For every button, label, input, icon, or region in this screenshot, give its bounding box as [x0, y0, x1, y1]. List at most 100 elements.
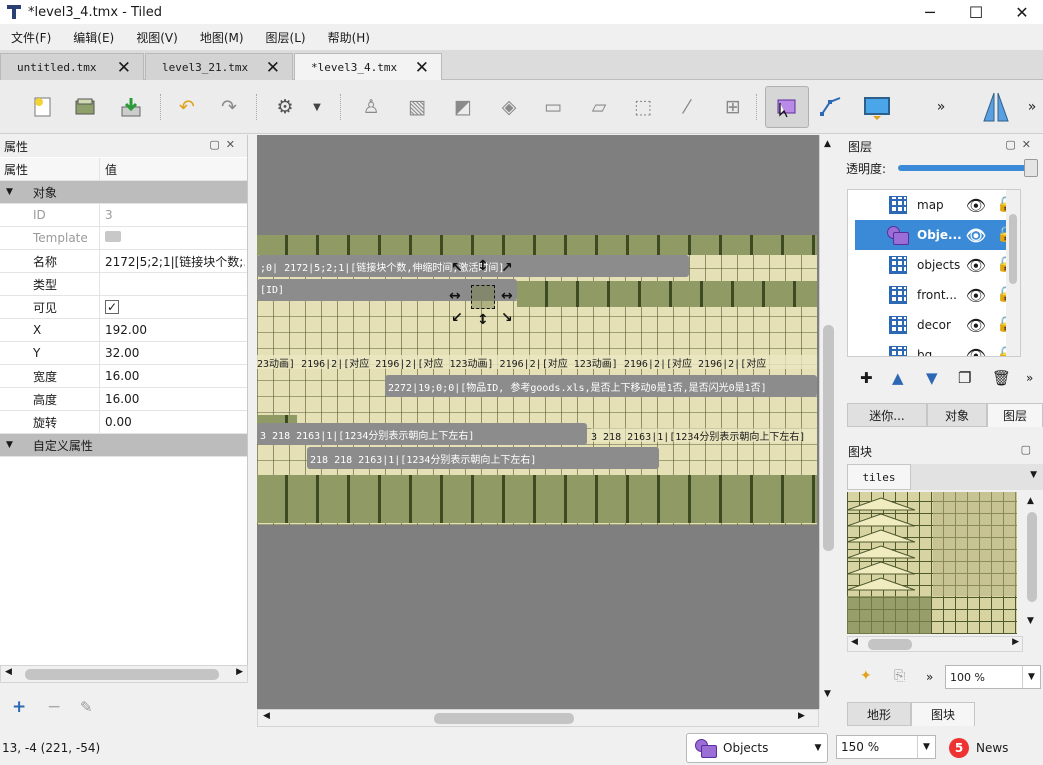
- prop-row-type[interactable]: 类型: [0, 273, 247, 296]
- new-file-icon[interactable]: [28, 92, 58, 122]
- layers-overflow-icon[interactable]: »: [1026, 371, 1033, 385]
- opacity-slider[interactable]: [898, 165, 1030, 171]
- group-object[interactable]: ▼ 对象: [0, 181, 247, 204]
- prop-row-name[interactable]: 名称 2172|5;2;1|[链接块个数;...: [0, 250, 247, 273]
- layer-item-objects[interactable]: objects👁🔓: [855, 250, 1020, 280]
- insert-rectangle-icon[interactable]: [862, 92, 892, 122]
- tab-minimap[interactable]: 迷你...: [847, 403, 927, 427]
- menu-edit[interactable]: 编辑(E): [62, 29, 125, 46]
- close-tab-icon[interactable]: ✕: [266, 58, 280, 78]
- visibility-eye-icon[interactable]: 👁: [966, 346, 986, 357]
- tileset-dropdown-icon[interactable]: ▼: [1030, 470, 1037, 480]
- scroll-down-icon[interactable]: ▼: [824, 689, 831, 699]
- rename-property-icon[interactable]: ✎: [80, 698, 93, 716]
- scroll-right-icon[interactable]: ▶: [1012, 637, 1019, 647]
- scroll-up-icon[interactable]: ▲: [1027, 496, 1034, 506]
- select-same-tile-icon[interactable]: ⊞: [718, 92, 748, 122]
- new-layer-icon[interactable]: ✚: [860, 369, 873, 387]
- resize-handle-nw-icon[interactable]: ↖: [451, 261, 463, 275]
- chevron-down-icon[interactable]: ▼: [809, 734, 827, 762]
- scroll-thumb[interactable]: [434, 713, 574, 724]
- tileset-view[interactable]: [847, 492, 1017, 634]
- layer-list-scrollbar[interactable]: [1006, 190, 1020, 356]
- selected-object[interactable]: [471, 285, 495, 309]
- collapse-arrow-icon[interactable]: ▼: [6, 187, 13, 197]
- resize-handle-sw-icon[interactable]: ↙: [451, 311, 463, 325]
- menu-view[interactable]: 视图(V): [125, 29, 189, 46]
- prop-row-rotation[interactable]: 旋转 0.00: [0, 411, 247, 434]
- magic-wand-icon[interactable]: ⁄: [672, 92, 702, 122]
- canvas-vscrollbar[interactable]: ▲ ▼: [819, 135, 837, 709]
- object-label-row[interactable]: 23动画] 2196|2|[对应 2196|2|[对应 123动画] 2196|…: [257, 355, 817, 369]
- tile-map[interactable]: ;0| 2172|5;2;1|[链接块个数,伸缩时间,激活时间] [ID] 23…: [257, 235, 817, 525]
- delete-layer-icon[interactable]: 🗑: [992, 369, 1011, 387]
- tab-level3-21[interactable]: level3_21.tmx ✕: [145, 53, 293, 80]
- resize-handle-s-icon[interactable]: ↕: [477, 313, 489, 327]
- y-value-field[interactable]: 32.00: [100, 346, 139, 360]
- layer-item-front[interactable]: front...👁🔓: [855, 280, 1020, 310]
- close-tab-icon[interactable]: ✕: [117, 58, 131, 78]
- menu-layer[interactable]: 图层(L): [255, 29, 317, 46]
- shape-fill-icon[interactable]: ▭: [538, 92, 568, 122]
- tab-objects[interactable]: 对象: [927, 403, 987, 427]
- tileset-zoom-combo[interactable]: 100 % ▼: [945, 665, 1041, 689]
- group-custom-properties[interactable]: ▼ 自定义属性: [0, 434, 247, 457]
- commands-gear-icon[interactable]: ⚙: [270, 92, 300, 122]
- panel-close-icon[interactable]: ▢: [1021, 443, 1037, 456]
- name-value-field[interactable]: 2172|5;2;1|[链接块个数;...: [100, 253, 245, 270]
- visibility-eye-icon[interactable]: 👁: [966, 316, 986, 335]
- open-file-icon[interactable]: [70, 92, 100, 122]
- chevron-down-icon[interactable]: ▼: [1022, 666, 1040, 688]
- remove-property-icon[interactable]: −: [47, 697, 61, 717]
- terrain-brush-icon[interactable]: ▧: [402, 92, 432, 122]
- layer-item-objects-group[interactable]: Obje...👁🔓: [855, 220, 1020, 250]
- scroll-left-icon[interactable]: ◀: [5, 667, 12, 677]
- new-tileset-icon[interactable]: ✦: [860, 668, 872, 684]
- menu-map[interactable]: 地图(M): [189, 29, 255, 46]
- tileset-tab-tiles[interactable]: tiles: [847, 464, 911, 490]
- layer-item-bg[interactable]: bg👁🔓: [855, 340, 1020, 357]
- resize-handle-ne-icon[interactable]: ↗: [501, 261, 513, 275]
- embed-tileset-icon[interactable]: ⎘: [894, 668, 905, 684]
- scroll-left-icon[interactable]: ◀: [851, 637, 858, 647]
- close-tab-icon[interactable]: ✕: [415, 58, 429, 78]
- object-label[interactable]: ;0| 2172|5;2;1|[链接块个数,伸缩时间,激活时间]: [257, 255, 689, 277]
- tab-tiles[interactable]: 图块: [911, 702, 975, 726]
- redo-icon[interactable]: ↷: [214, 92, 244, 122]
- prop-row-x[interactable]: X 192.00: [0, 319, 247, 342]
- minimize-button[interactable]: ─: [907, 0, 953, 24]
- news-link[interactable]: News: [976, 741, 1008, 755]
- scroll-thumb[interactable]: [25, 669, 219, 680]
- layer-item-decor[interactable]: decor👁🔓: [855, 310, 1020, 340]
- properties-hscrollbar[interactable]: ◀ ▶: [0, 665, 248, 683]
- canvas-hscrollbar[interactable]: ◀ ▶: [257, 709, 819, 727]
- zoom-combo[interactable]: 150 % ▼: [836, 735, 936, 759]
- undo-icon[interactable]: ↶: [172, 92, 202, 122]
- resize-handle-w-icon[interactable]: ↔: [449, 289, 461, 303]
- maximize-button[interactable]: ☐: [953, 0, 999, 24]
- visibility-eye-icon[interactable]: 👁: [966, 226, 986, 245]
- opacity-slider-handle[interactable]: [1024, 159, 1038, 177]
- add-property-icon[interactable]: +: [12, 697, 26, 717]
- edit-polygons-icon[interactable]: [816, 92, 846, 122]
- scroll-down-icon[interactable]: ▼: [1027, 616, 1034, 626]
- visibility-eye-icon[interactable]: 👁: [966, 256, 986, 275]
- scroll-thumb[interactable]: [1027, 512, 1037, 602]
- scroll-right-icon[interactable]: ▶: [236, 667, 243, 677]
- x-value-field[interactable]: 192.00: [100, 323, 147, 337]
- object-label[interactable]: 3 218 2163|1|[1234分别表示朝向上下左右]: [257, 423, 587, 445]
- panel-float-close-icons[interactable]: ▢✕: [1005, 138, 1037, 151]
- tab-terrain[interactable]: 地形: [847, 702, 911, 726]
- scroll-thumb[interactable]: [1009, 214, 1017, 284]
- height-value-field[interactable]: 16.00: [100, 392, 139, 406]
- prop-row-y[interactable]: Y 32.00: [0, 342, 247, 365]
- resize-handle-se-icon[interactable]: ↘: [501, 311, 513, 325]
- tileset-vscrollbar[interactable]: ▲ ▼: [1023, 492, 1041, 634]
- scroll-up-icon[interactable]: ▲: [824, 139, 831, 149]
- visible-checkbox[interactable]: ✓: [105, 300, 119, 314]
- rotation-value-field[interactable]: 0.00: [100, 415, 132, 429]
- tileset-hscrollbar[interactable]: ◀ ▶: [847, 636, 1023, 652]
- scroll-left-icon[interactable]: ◀: [263, 711, 270, 721]
- prop-row-visible[interactable]: 可见 ✓: [0, 296, 247, 319]
- visibility-eye-icon[interactable]: 👁: [966, 286, 986, 305]
